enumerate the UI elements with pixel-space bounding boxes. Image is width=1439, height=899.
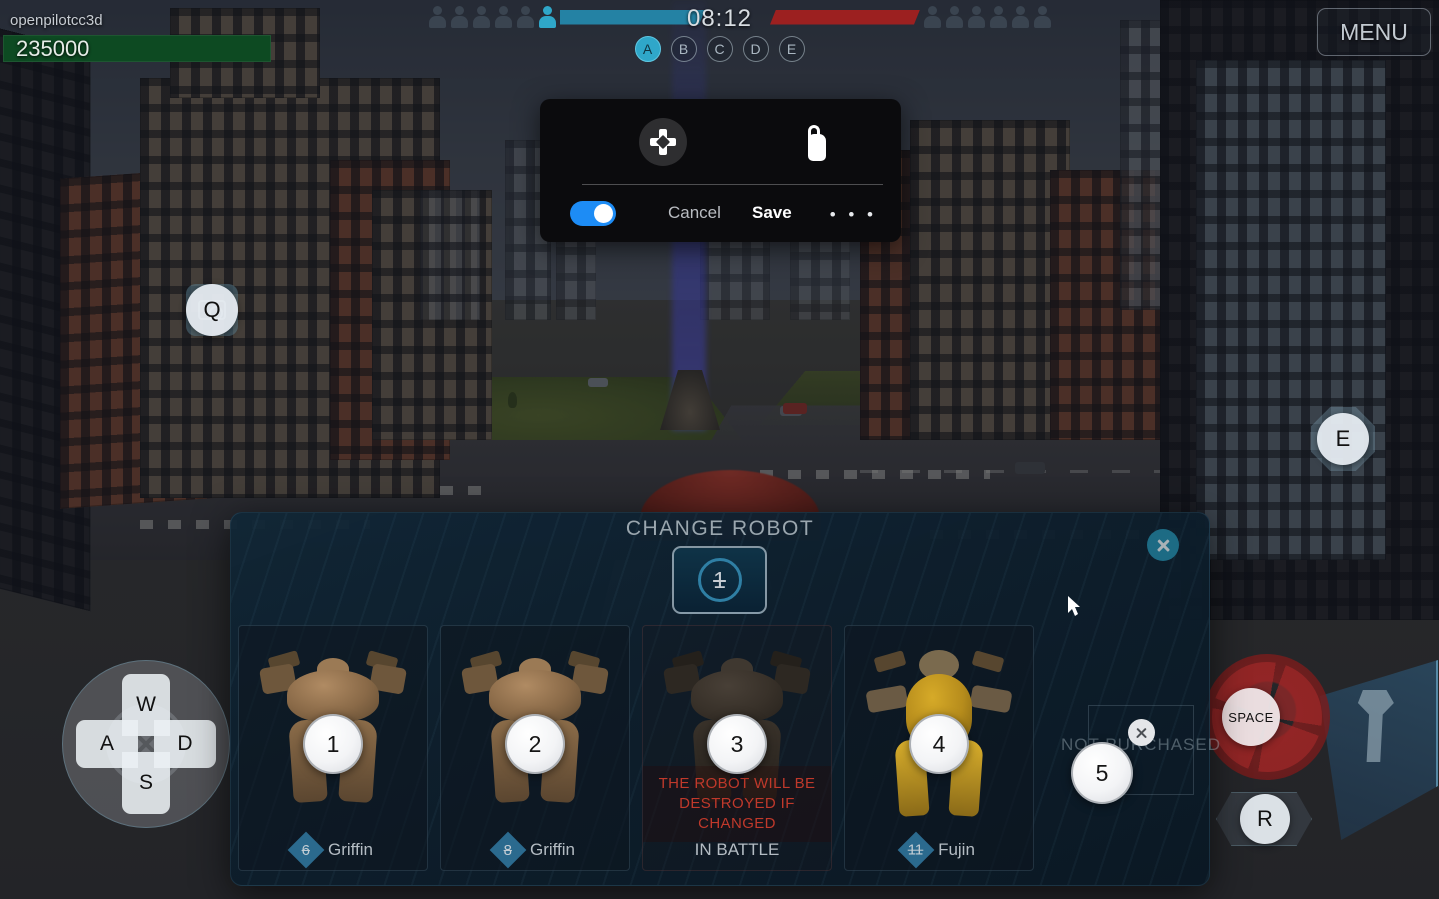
menu-button[interactable]: MENU <box>1317 8 1431 56</box>
robot-card-footer: 11 Fujin <box>845 830 1033 870</box>
more-options-button[interactable]: • • • <box>830 205 877 225</box>
beacon-a[interactable]: A <box>634 36 661 62</box>
beacon-c[interactable]: C <box>706 36 733 62</box>
robot-card-footer: IN BATTLE <box>643 830 831 870</box>
robot-card[interactable]: 4 11 Fujin <box>844 625 1034 871</box>
beacon-e[interactable]: E <box>778 36 805 62</box>
dpad-icon[interactable] <box>639 118 687 166</box>
player-name: openpilotcc3d <box>10 12 103 29</box>
robot-level-badge: 8 <box>489 831 527 869</box>
key-marker-3[interactable]: 3 <box>707 714 767 774</box>
remove-mapping-icon[interactable] <box>1128 719 1155 746</box>
dialog-actions: Cancel Save • • • <box>540 185 901 242</box>
robot-card[interactable]: 2 8 Griffin <box>440 625 630 871</box>
control-type-row <box>540 99 901 185</box>
key-marker-1[interactable]: 1 <box>303 714 363 774</box>
robot-level-badge: 11 <box>897 831 935 869</box>
robot-level-value: 6 <box>301 841 311 859</box>
key-d[interactable]: D <box>154 720 216 768</box>
player-health-bar: 235000 <box>3 35 271 62</box>
key-q[interactable]: Q <box>186 284 238 336</box>
key-e[interactable]: E <box>1317 413 1369 465</box>
selected-slot-number: 1 <box>697 558 742 602</box>
robot-card[interactable]: 1 6 Griffin <box>238 625 428 871</box>
robot-card[interactable]: THE ROBOT WILL BE DESTROYED IF CHANGED 3 I… <box>642 625 832 871</box>
robot-name: Griffin <box>529 840 576 859</box>
key-marker-5[interactable]: 5 <box>1071 742 1133 804</box>
tap-hand-icon[interactable] <box>792 119 840 167</box>
beacon-d[interactable]: D <box>742 36 769 62</box>
robot-name: IN BATTLE <box>694 840 780 859</box>
selected-slot-button[interactable]: 1 <box>672 546 767 614</box>
robot-level-value: 11 <box>908 841 924 859</box>
robot-name: Griffin <box>327 840 374 859</box>
panel-title: CHANGE ROBOT <box>625 517 815 540</box>
robot-card: NOT PURCHASED <box>1046 625 1236 871</box>
camera-key-overlay[interactable]: Q <box>186 284 238 336</box>
robot-level-value: 8 <box>503 841 513 859</box>
key-marker-4[interactable]: 4 <box>909 714 969 774</box>
save-button[interactable]: Save <box>752 203 792 223</box>
key-r[interactable]: R <box>1240 794 1290 844</box>
beacon-b[interactable]: B <box>670 36 697 62</box>
robot-card-footer: 8 Griffin <box>441 830 629 870</box>
robot-name: Fujin <box>938 840 975 859</box>
robot-card-footer: 6 Griffin <box>239 830 427 870</box>
robot-level-badge: 6 <box>287 831 325 869</box>
ability-key-overlay[interactable]: E <box>1311 407 1375 471</box>
cancel-button[interactable]: Cancel <box>668 203 721 223</box>
movement-dpad-overlay[interactable]: W A S D <box>62 660 230 828</box>
close-icon[interactable] <box>1147 529 1179 561</box>
key-marker-2[interactable]: 2 <box>505 714 565 774</box>
control-mapping-dialog: Cancel Save • • • <box>540 99 901 242</box>
match-timer: 08:12 <box>686 5 753 32</box>
game-screen: 08:12 ABCDE openpilotcc3d 235000 MENU Q … <box>0 0 1439 899</box>
player-health-value: 235000 <box>16 35 90 61</box>
enable-toggle[interactable] <box>570 201 616 226</box>
